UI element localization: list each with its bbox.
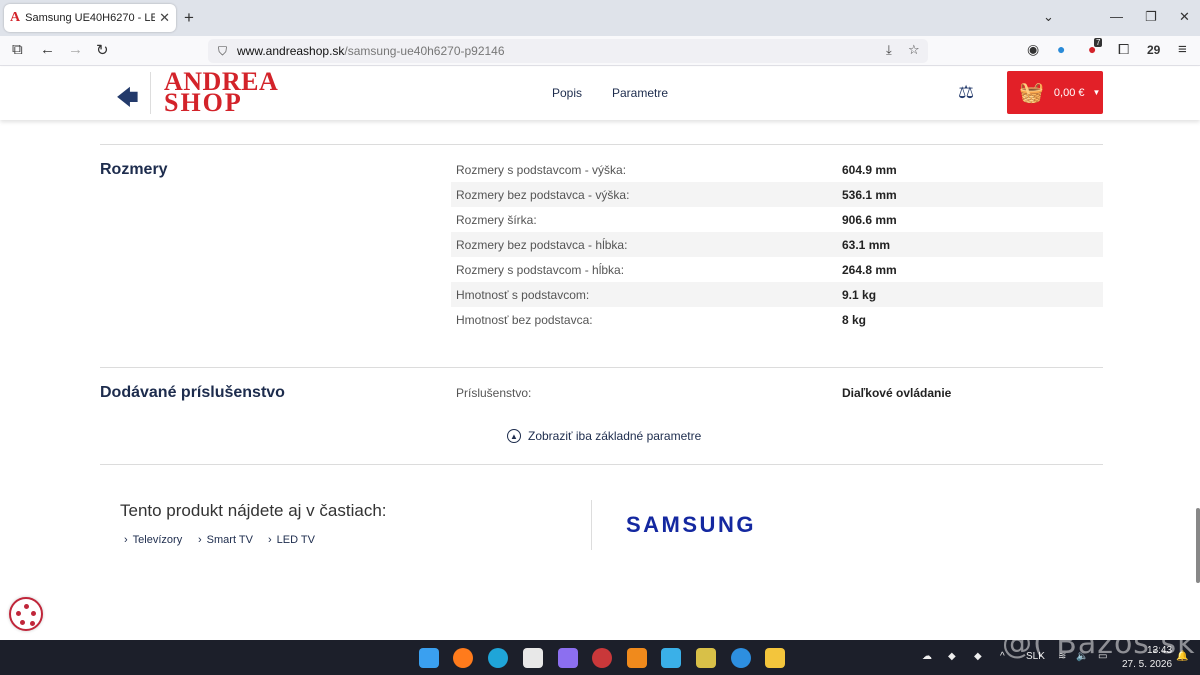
param-row: Rozmery šírka: 906.6 mm [451, 207, 1103, 232]
caret-down-icon: ▼ [1092, 88, 1101, 97]
chevron-up-icon: ▲ [507, 429, 521, 443]
category-link-smart-tv[interactable]: › Smart TV [198, 534, 253, 546]
store-icon[interactable] [523, 648, 543, 668]
app-tray-icon[interactable]: ◆ [974, 651, 982, 662]
reload-icon[interactable]: ↻ [96, 41, 109, 59]
extension-icon[interactable]: ● [1057, 41, 1065, 57]
param-value: 9.1 kg [842, 287, 877, 302]
tab-title: Samsung UE40H6270 - LED TV [25, 12, 156, 24]
param-row: Rozmery bez podstavca - výška: 536.1 mm [451, 182, 1103, 207]
chevron-right-icon: › [198, 534, 202, 546]
param-row: Príslušenstvo: Diaľkové ovládanie [451, 380, 1103, 405]
minimize-icon[interactable]: — [1110, 9, 1123, 24]
divider [100, 464, 1103, 465]
found-in-heading: Tento produkt nájdete aj v častiach: [120, 501, 387, 520]
save-page-icon[interactable]: ⤓ [886, 42, 892, 58]
param-label: Rozmery s podstavcom - výška: [456, 162, 627, 177]
back-arrow-icon[interactable]: ← [40, 41, 55, 58]
param-value: 604.9 mm [842, 162, 897, 177]
account-icon[interactable]: ◉ [1027, 41, 1039, 58]
app-yellow-icon[interactable] [696, 648, 716, 668]
address-bar[interactable]: ⛉ www.andreashop.sk /samsung-ue40h6270-p… [208, 39, 928, 63]
start-windows-icon[interactable] [419, 648, 439, 668]
vlc-icon[interactable] [627, 648, 647, 668]
chevron-right-icon: › [124, 534, 128, 546]
param-row: Hmotnosť s podstavcom: 9.1 kg [451, 282, 1103, 307]
param-label: Hmotnosť bez podstavca: [456, 312, 593, 327]
menu-hamburger-icon[interactable]: ≡ [1178, 41, 1187, 58]
cart-total: 0,00 € [1053, 86, 1085, 99]
show-basic-params-toggle[interactable]: ▲ Zobraziť iba základné parametre [507, 429, 701, 443]
extensions-puzzle-icon[interactable]: ⧠ [1118, 41, 1129, 58]
chevron-right-icon: › [268, 534, 272, 546]
forward-arrow-icon[interactable]: → [68, 41, 83, 58]
param-value: 264.8 mm [842, 262, 897, 277]
file-explorer-icon[interactable] [765, 648, 785, 668]
counter-badge[interactable]: 29 [1147, 43, 1160, 57]
bookmark-star-icon[interactable]: ☆ [908, 42, 920, 58]
cookie-settings-icon[interactable] [9, 597, 43, 631]
site-header: 🡄 ANDREA SHOP Popis Parametre ⚖ 🧺 0,00 €… [0, 67, 1200, 120]
url-domain: www.andreashop.sk [237, 44, 345, 58]
watermark: @( Bazos.sk [1002, 626, 1196, 661]
app-icon[interactable] [558, 648, 578, 668]
param-label: Rozmery bez podstavca - výška: [456, 187, 630, 202]
param-label: Hmotnosť s podstavcom: [456, 287, 590, 302]
site-info-shield-icon[interactable]: ⛉ [218, 44, 227, 59]
param-row: Rozmery bez podstavca - hĺbka: 63.1 mm [451, 232, 1103, 257]
cart-button[interactable]: 🧺 0,00 € ▼ [1007, 71, 1103, 114]
extension-badge: 7 [1094, 38, 1103, 47]
divider [100, 144, 1103, 145]
divider [150, 72, 151, 114]
back-arrow-icon[interactable]: 🡄 [116, 81, 139, 119]
category-link-led-tv[interactable]: › LED TV [268, 534, 315, 546]
security-icon[interactable]: ◆ [948, 651, 956, 662]
param-value: Diaľkové ovládanie [842, 385, 952, 400]
param-value: 536.1 mm [842, 187, 897, 202]
close-window-icon[interactable]: ✕ [1179, 9, 1190, 25]
param-label: Rozmery šírka: [456, 212, 537, 227]
divider [591, 500, 592, 550]
browser-tab[interactable]: A Samsung UE40H6270 - LED TV ✕ [4, 4, 176, 32]
nav-parametre[interactable]: Parametre [612, 86, 668, 100]
browser-toolbar: ⧉ ← → ↻ ⛉ www.andreashop.sk /samsung-ue4… [0, 36, 1200, 66]
param-label: Rozmery bez podstavca - hĺbka: [456, 237, 628, 252]
maximize-icon[interactable]: ❐ [1145, 9, 1157, 25]
nav-popis[interactable]: Popis [552, 86, 582, 100]
site-favicon-icon: A [10, 10, 21, 25]
toggle-label: Zobraziť iba základné parametre [528, 429, 702, 443]
category-link-televizory[interactable]: › Televízory [124, 534, 182, 546]
help-icon[interactable] [731, 648, 751, 668]
param-row: Rozmery s podstavcom - hĺbka: 264.8 mm [451, 257, 1103, 282]
param-value: 8 kg [842, 312, 867, 327]
basket-icon: 🧺 [1019, 82, 1044, 104]
param-value: 63.1 mm [842, 237, 891, 252]
url-path: /samsung-ue40h6270-p92146 [344, 44, 505, 58]
tab-list-chevron-icon[interactable]: ⌄ [1043, 9, 1054, 25]
app-red-icon[interactable] [592, 648, 612, 668]
brand-logo-samsung[interactable]: SAMSUNG [626, 512, 756, 538]
firefox-icon[interactable] [453, 648, 473, 668]
sidebar-toggle-icon[interactable]: ⧉ [12, 41, 23, 58]
scrollbar-thumb[interactable] [1196, 508, 1200, 583]
param-label: Rozmery s podstavcom - hĺbka: [456, 262, 625, 277]
section-title-dimensions: Rozmery [100, 161, 168, 178]
browser-tab-bar: A Samsung UE40H6270 - LED TV ✕ + ⌄ — ❐ ✕ [0, 0, 1200, 36]
close-tab-icon[interactable]: ✕ [159, 10, 170, 26]
section-title-accessories: Dodávané príslušenstvo [100, 384, 285, 401]
edge-icon[interactable] [488, 648, 508, 668]
cloud-icon[interactable]: ☁ [922, 651, 932, 662]
andrea-shop-logo[interactable]: ANDREA SHOP [164, 69, 278, 116]
divider [100, 367, 1103, 368]
param-value: 906.6 mm [842, 212, 897, 227]
compare-scale-icon[interactable]: ⚖ [958, 82, 974, 103]
param-label: Príslušenstvo: [456, 385, 532, 400]
app-blue-icon[interactable] [661, 648, 681, 668]
param-row: Rozmery s podstavcom - výška: 604.9 mm [451, 157, 1103, 182]
param-row: Hmotnosť bez podstavca: 8 kg [451, 307, 1103, 332]
new-tab-icon[interactable]: + [184, 8, 194, 28]
